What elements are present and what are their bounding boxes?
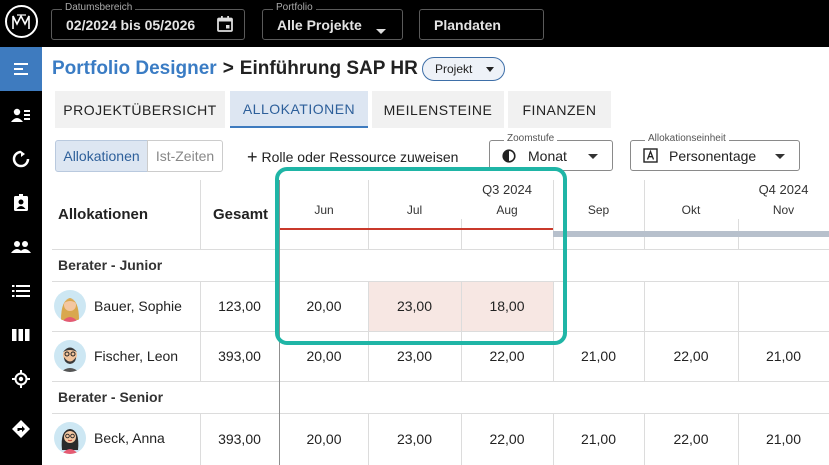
app-logo[interactable] — [5, 5, 38, 38]
breadcrumb-portfolio-designer-link[interactable]: Portfolio Designer — [52, 58, 217, 79]
plandata-select[interactable]: Plandaten — [419, 9, 544, 40]
allocation-cell[interactable] — [644, 281, 738, 331]
tab-allokationen[interactable]: ALLOKATIONEN — [230, 91, 368, 128]
top-bar: Datumsbereich 02/2024 bis 05/2026 Portfo… — [0, 0, 829, 47]
allocation-cell[interactable]: 22,00 — [644, 331, 738, 381]
zoom-value: Monat — [528, 148, 567, 164]
breadcrumb: Portfolio Designer > Einführung SAP HR — [52, 58, 418, 80]
tab-meilensteine[interactable]: MEILENSTEINE — [372, 91, 504, 128]
chevron-down-icon — [375, 22, 387, 40]
tab-finanzen[interactable]: FINANZEN — [508, 91, 611, 128]
menu-icon[interactable] — [0, 47, 42, 91]
project-type-label: Projekt — [435, 62, 473, 76]
allocation-cell[interactable]: 22,00 — [461, 413, 553, 465]
toggle-allocations[interactable]: Allokationen — [55, 140, 148, 172]
resource-row[interactable]: Fischer, Leon — [52, 340, 178, 372]
target-icon[interactable] — [0, 357, 42, 401]
total-cell: 393,00 — [218, 431, 261, 447]
unit-icon — [643, 148, 658, 168]
date-range-legend: Datumsbereich — [62, 2, 136, 14]
zoom-legend: Zoomstufe — [504, 133, 558, 145]
group-label: Berater - Senior — [58, 389, 164, 405]
direction-icon[interactable] — [0, 407, 42, 451]
allocation-unit-value: Personentage — [669, 148, 757, 164]
allocation-cell[interactable]: 21,00 — [738, 413, 829, 465]
avatar — [54, 422, 86, 454]
chevron-down-icon — [486, 67, 494, 72]
list-icon[interactable] — [0, 269, 42, 313]
portfolio-legend: Portfolio — [273, 2, 316, 14]
allocation-cell[interactable]: 21,00 — [553, 331, 644, 381]
date-range-field[interactable]: Datumsbereich 02/2024 bis 05/2026 — [51, 2, 245, 40]
month-label-nov: Nov — [772, 203, 795, 217]
assign-resource-button[interactable]: + Rolle oder Ressource zuweisen — [247, 146, 458, 167]
row-divider — [52, 381, 829, 382]
avatar — [54, 340, 86, 372]
plandata-value: Plandaten — [434, 17, 501, 33]
refresh-icon[interactable] — [0, 137, 42, 181]
resource-row[interactable]: Bauer, Sophie — [52, 290, 182, 322]
badge-icon[interactable] — [0, 181, 42, 225]
total-cell: 123,00 — [218, 298, 261, 314]
chevron-down-icon — [588, 154, 598, 159]
toggle-actuals[interactable]: Ist-Zeiten — [147, 140, 223, 172]
allocation-unit-legend: Allokationseinheit — [645, 133, 729, 145]
plus-icon: + — [247, 147, 258, 167]
portfolio-value: Alle Projekte — [277, 17, 362, 33]
allocation-cell[interactable]: 21,00 — [738, 331, 829, 381]
resource-name: Bauer, Sophie — [94, 298, 182, 314]
quarter-label-q4: Q4 2024 — [758, 182, 809, 197]
tab-projektuebersicht[interactable]: PROJEKTÜBERSICHT — [55, 91, 225, 128]
date-range-value: 02/2024 bis 05/2026 — [66, 17, 196, 33]
resource-name: Fischer, Leon — [94, 348, 179, 364]
resource-name: Beck, Anna — [94, 430, 165, 446]
chevron-down-icon — [775, 154, 785, 159]
calendar-icon[interactable] — [216, 15, 234, 38]
allocation-cell[interactable] — [738, 281, 829, 331]
resource-list-icon[interactable] — [0, 93, 42, 137]
people-icon[interactable] — [0, 225, 42, 269]
portfolio-select[interactable]: Portfolio Alle Projekte — [262, 2, 403, 40]
resource-row[interactable]: Beck, Anna — [52, 422, 165, 454]
allocation-unit-select[interactable]: Allokationseinheit Personentage — [630, 133, 800, 171]
zoom-icon — [502, 149, 516, 168]
side-navigation — [0, 47, 42, 465]
group-label: Berater - Junior — [58, 257, 163, 273]
page-title: Einführung SAP HR — [239, 58, 418, 79]
allocation-cell[interactable]: 21,00 — [553, 413, 644, 465]
avatar — [54, 290, 86, 322]
assign-resource-label: Rolle oder Ressource zuweisen — [261, 149, 459, 165]
total-cell: 393,00 — [218, 348, 261, 364]
allocation-cell[interactable]: 20,00 — [280, 413, 368, 465]
allocation-cell[interactable]: 22,00 — [644, 413, 738, 465]
column-divider — [200, 180, 201, 249]
project-timeline-bar — [553, 231, 829, 237]
breadcrumb-separator: > — [222, 58, 234, 79]
column-header-allocations: Allokationen — [58, 206, 149, 223]
column-header-total: Gesamt — [213, 206, 269, 223]
project-type-chip[interactable]: Projekt — [422, 57, 505, 81]
highlight-callout — [275, 167, 567, 345]
allocation-cell[interactable]: 23,00 — [368, 413, 461, 465]
columns-icon[interactable] — [0, 313, 42, 357]
month-label-okt: Okt — [681, 203, 701, 217]
